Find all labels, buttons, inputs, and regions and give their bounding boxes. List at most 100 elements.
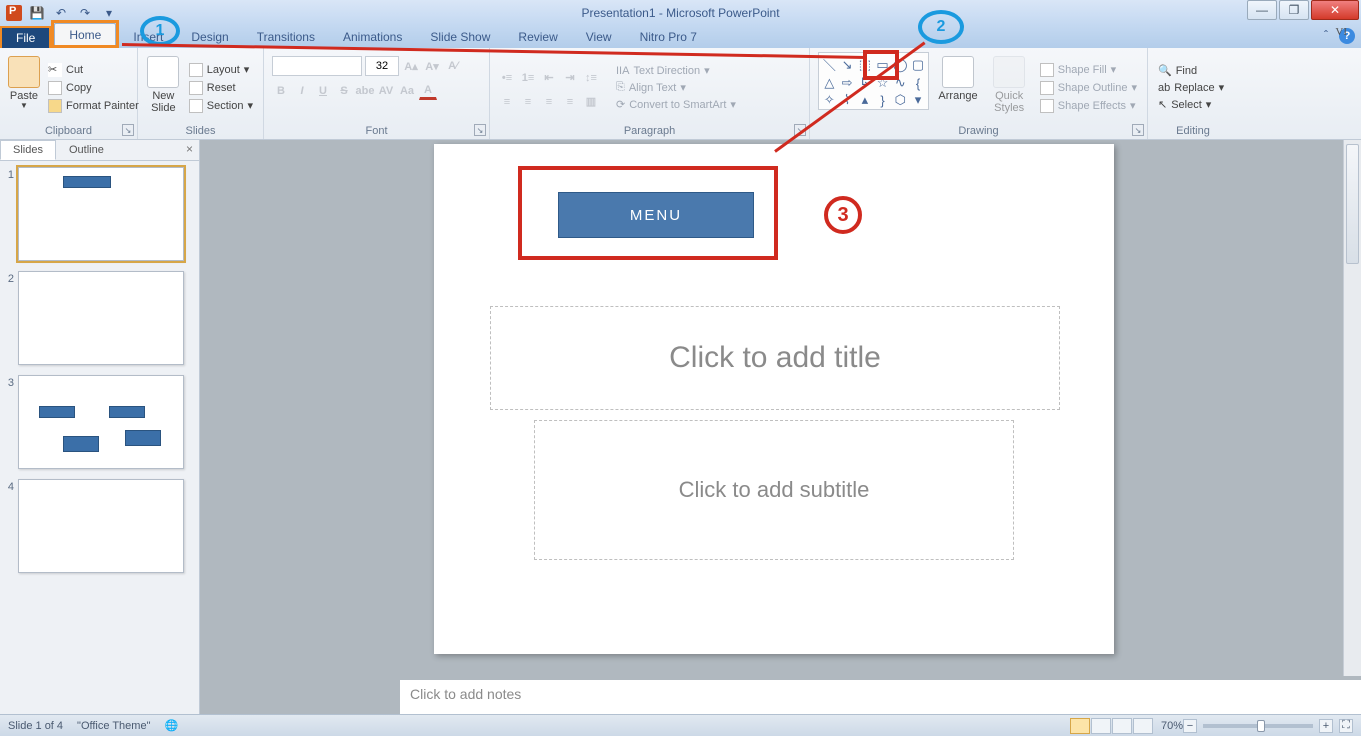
tab-design[interactable]: Design (177, 26, 242, 48)
replace-button[interactable]: abReplace ▾ (1156, 80, 1226, 95)
vertical-scrollbar[interactable] (1343, 140, 1361, 714)
shapes-gallery[interactable]: ＼ ↘ ⬚ ▭ ◯ ▢ △ ⇨ ↳ ☆ ∿ { ✧ ⌇ ▴ } ⬡ ▾ (818, 52, 929, 110)
list-item[interactable]: 3 (2, 375, 199, 469)
file-tab[interactable]: File (0, 26, 51, 48)
fit-window-button[interactable]: ⛶ (1339, 719, 1353, 733)
slide-canvas[interactable]: MENU Click to add title Click to add sub… (434, 144, 1114, 654)
shape-line-icon[interactable]: ＼ (821, 55, 838, 74)
shape-rbrace-icon[interactable]: } (874, 92, 891, 108)
columns-icon[interactable]: ▥ (582, 93, 600, 111)
list-item[interactable]: 1 (2, 167, 199, 261)
zoom-slider[interactable] (1203, 724, 1313, 728)
section-button[interactable]: Section ▾ (187, 98, 255, 114)
list-item[interactable]: 2 (2, 271, 199, 365)
slideshow-view-button[interactable] (1133, 718, 1153, 734)
text-shadow-button[interactable]: abe (356, 82, 374, 100)
find-button[interactable]: 🔍Find (1156, 63, 1226, 78)
format-painter-button[interactable]: Format Painter (46, 98, 141, 114)
shape-oval-icon[interactable]: ◯ (892, 55, 909, 74)
font-size-combo[interactable] (365, 56, 399, 76)
numbering-icon[interactable]: 1≡ (519, 69, 537, 87)
shape-triangle-icon[interactable]: △ (821, 75, 838, 91)
subtitle-placeholder[interactable]: Click to add subtitle (534, 420, 1014, 560)
language-indicator[interactable]: 🌐 (164, 719, 178, 732)
reading-view-button[interactable] (1112, 718, 1132, 734)
tab-view[interactable]: View (572, 26, 626, 48)
drawing-dialog-launcher[interactable]: ↘ (1132, 124, 1144, 136)
slides-tab[interactable]: Slides (0, 140, 56, 160)
outline-tab[interactable]: Outline (56, 140, 117, 160)
paragraph-dialog-launcher[interactable]: ↘ (794, 124, 806, 136)
line-spacing-icon[interactable]: ↕≡ (582, 69, 600, 87)
tab-insert[interactable]: Insert (119, 26, 177, 48)
menu-rectangle-shape[interactable]: MENU (558, 192, 754, 238)
shape-outline-button[interactable]: Shape Outline ▾ (1038, 80, 1139, 96)
shape-rect-icon[interactable]: ▭ (874, 55, 891, 74)
minimize-button[interactable]: — (1247, 0, 1277, 20)
shape-curve-icon[interactable]: ∿ (892, 75, 909, 91)
font-name-combo[interactable] (272, 56, 362, 76)
minimize-ribbon-icon[interactable]: ˆ (1319, 28, 1333, 42)
layout-button[interactable]: Layout ▾ (187, 62, 255, 78)
panel-close-icon[interactable]: × (180, 140, 199, 160)
slide-thumbnail-4[interactable] (18, 479, 184, 573)
align-left-icon[interactable]: ≡ (498, 93, 516, 111)
select-button[interactable]: ↖Select ▾ (1156, 97, 1226, 112)
arrange-button[interactable]: Arrange (935, 52, 980, 123)
shape-star-icon[interactable]: ☆ (874, 75, 891, 91)
shape-action-icon[interactable]: ⬡ (892, 92, 909, 108)
shape-arrow-icon[interactable]: ↘ (839, 55, 856, 74)
tab-review[interactable]: Review (504, 26, 571, 48)
convert-smartart-button[interactable]: ⟳ Convert to SmartArt ▾ (614, 97, 738, 112)
restore-button[interactable]: ❐ (1279, 0, 1309, 20)
zoom-out-button[interactable]: − (1183, 719, 1197, 733)
shape-rarrow-icon[interactable]: ⇨ (839, 75, 856, 91)
italic-button[interactable]: I (293, 82, 311, 100)
copy-button[interactable]: Copy (46, 80, 141, 96)
shape-roundrect-icon[interactable]: ▢ (910, 55, 927, 74)
tab-animations[interactable]: Animations (329, 26, 416, 48)
zoom-in-button[interactable]: + (1319, 719, 1333, 733)
clipboard-dialog-launcher[interactable]: ↘ (122, 124, 134, 136)
save-button[interactable]: 💾 (28, 4, 46, 22)
slide-thumbnail-2[interactable] (18, 271, 184, 365)
cut-button[interactable]: ✂Cut (46, 62, 141, 78)
paste-button[interactable]: Paste ▼ (8, 52, 40, 123)
underline-button[interactable]: U (314, 82, 332, 100)
text-direction-button[interactable]: IIA Text Direction ▾ (614, 63, 738, 78)
slide-thumbnail-3[interactable] (18, 375, 184, 469)
shape-lbrace-icon[interactable]: { (910, 75, 927, 91)
shrink-font-icon[interactable]: A▾ (423, 57, 441, 75)
clear-format-icon[interactable]: A⁄ (444, 57, 462, 75)
close-button[interactable]: ✕ (1311, 0, 1359, 20)
align-text-button[interactable]: ⎘ Align Text ▾ (614, 80, 738, 95)
normal-view-button[interactable] (1070, 718, 1090, 734)
new-slide-button[interactable]: New Slide (146, 52, 181, 123)
bold-button[interactable]: B (272, 82, 290, 100)
shape-connector-icon[interactable]: ↳ (856, 75, 873, 91)
slide-thumbnail-1[interactable] (18, 167, 184, 261)
scroll-thumb[interactable] (1346, 144, 1359, 264)
outdent-icon[interactable]: ⇤ (540, 69, 558, 87)
tab-transitions[interactable]: Transitions (243, 26, 329, 48)
justify-icon[interactable]: ≡ (561, 93, 579, 111)
tab-home[interactable]: Home (54, 23, 116, 45)
shape-callout-icon[interactable]: ✧ (821, 92, 838, 108)
thumbnail-list[interactable]: 1 2 3 4 (0, 161, 199, 714)
shape-effects-button[interactable]: Shape Effects ▾ (1038, 98, 1139, 114)
shape-more-down-icon[interactable]: ▾ (910, 92, 927, 108)
strike-button[interactable]: S (335, 82, 353, 100)
bullets-icon[interactable]: •≡ (498, 69, 516, 87)
align-right-icon[interactable]: ≡ (540, 93, 558, 111)
zoom-thumb[interactable] (1257, 720, 1265, 732)
font-dialog-launcher[interactable]: ↘ (474, 124, 486, 136)
shape-more-up-icon[interactable]: ▴ (856, 92, 873, 108)
notes-pane[interactable]: Click to add notes (400, 676, 1361, 714)
font-color-button[interactable]: A (419, 82, 437, 100)
grow-font-icon[interactable]: A▴ (402, 57, 420, 75)
shape-freeform-icon[interactable]: ⌇ (839, 92, 856, 108)
quick-styles-button[interactable]: Quick Styles (987, 52, 1032, 123)
char-spacing-button[interactable]: AV (377, 82, 395, 100)
align-center-icon[interactable]: ≡ (519, 93, 537, 111)
title-placeholder[interactable]: Click to add title (490, 306, 1060, 410)
